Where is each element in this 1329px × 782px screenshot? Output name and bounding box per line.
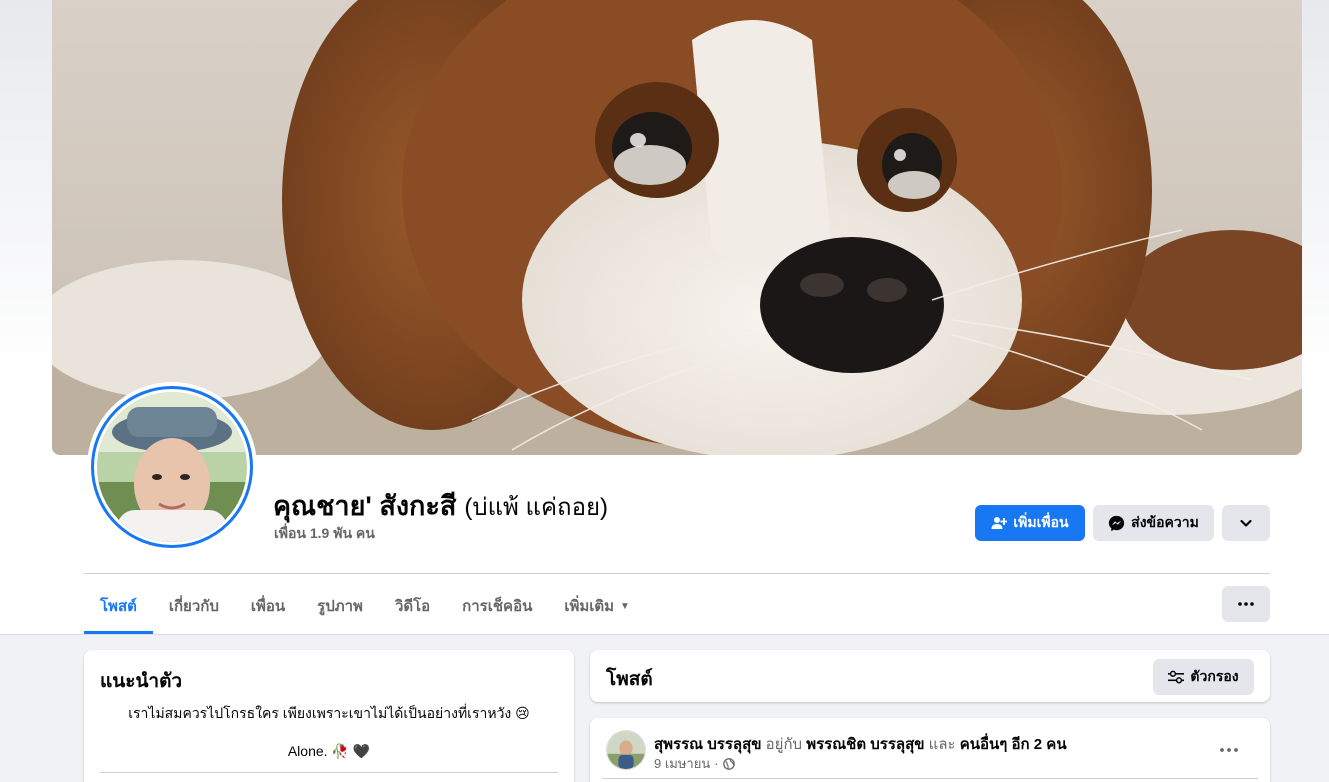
profile-name-row: คุณชาย' สังกะสี (บ่แพ้ แค่ถอย) (273, 484, 608, 527)
profile-picture-frame (91, 386, 253, 548)
tab-posts[interactable]: โพสต์ (84, 578, 153, 634)
more-actions-dropdown-button[interactable] (1222, 505, 1270, 541)
cover-photo[interactable] (52, 0, 1302, 455)
profile-alternate-name: (บ่แพ้ แค่ถอย) (464, 494, 609, 521)
intro-detail: Alone. 🥀 🖤 (287, 743, 371, 759)
posts-header-card: โพสต์ ตัวกรอง (590, 650, 1270, 702)
post-author-name[interactable]: สุพรรณ บรรลุสุข (654, 736, 761, 753)
message-button[interactable]: ส่งข้อความ (1093, 505, 1214, 541)
post-card: สุพรรณ บรรลุสุข อยู่กับ พรรณชิต บรรลุสุข… (590, 718, 1270, 782)
tab-videos[interactable]: วิดีโอ (379, 578, 446, 634)
tab-checkins-label: การเช็คอิน (462, 598, 533, 615)
tab-posts-label: โพสต์ (100, 598, 137, 615)
add-friend-icon (991, 515, 1008, 531)
post-meta-separator: · (714, 756, 719, 771)
post-meta: 9 เมษายน · (654, 753, 735, 774)
filter-label: ตัวกรอง (1190, 668, 1239, 684)
post-with-text: อยู่กับ (765, 736, 803, 753)
add-friend-label: เพิ่มเพื่อน (1013, 514, 1069, 530)
posts-title: โพสต์ (606, 669, 653, 690)
add-friend-button[interactable]: เพิ่มเพื่อน (975, 505, 1085, 541)
tab-about[interactable]: เกี่ยวกับ (153, 578, 235, 634)
intro-card: แนะนำตัว เราไม่สมควรไปโกรธใคร เพียงเพราะ… (84, 650, 574, 782)
post-author-avatar[interactable] (606, 730, 646, 770)
post-and-text: และ (928, 736, 956, 753)
filter-icon (1168, 670, 1185, 684)
more-dots-icon (1238, 602, 1254, 606)
profile-photo-image (97, 392, 247, 542)
tab-checkins[interactable]: การเช็คอิน (446, 578, 548, 634)
tab-photos-label: รูปภาพ (317, 598, 363, 615)
post-date[interactable]: 9 เมษายน (654, 753, 710, 774)
header-bottom-border (0, 634, 1329, 635)
chevron-down-icon (1239, 516, 1253, 530)
profile-picture[interactable] (87, 382, 257, 552)
tab-friends-label: เพื่อน (250, 598, 286, 615)
globe-icon (722, 757, 735, 770)
intro-divider (100, 772, 558, 773)
post-tagged-others[interactable]: คนอื่นๆ อีก 2 คน (960, 736, 1067, 753)
intro-bio: เราไม่สมควรไปโกรธใคร เพียงเพราะเขาไม่ได้… (128, 705, 530, 721)
messenger-icon (1108, 515, 1125, 532)
friends-count[interactable]: เพื่อน 1.9 พัน คน (274, 523, 375, 545)
message-label: ส่งข้อความ (1131, 514, 1199, 530)
tab-videos-label: วิดีโอ (394, 598, 431, 615)
post-tagged-name[interactable]: พรรณชิต บรรลุสุข (806, 736, 924, 753)
tab-photos[interactable]: รูปภาพ (301, 578, 379, 634)
profile-more-options-button[interactable] (1222, 586, 1270, 622)
tab-more-label: เพิ่มเติม (564, 598, 615, 615)
post-content-border (602, 778, 1258, 779)
profile-name: คุณชาย' สังกะสี (273, 491, 457, 521)
filter-button[interactable]: ตัวกรอง (1153, 659, 1254, 695)
intro-title: แนะนำตัว (100, 671, 183, 692)
profile-tabs: โพสต์ เกี่ยวกับ เพื่อน รูปภาพ วิดีโอ การ… (84, 578, 646, 634)
more-dots-icon (1220, 748, 1238, 752)
tab-about-label: เกี่ยวกับ (168, 598, 219, 615)
caret-down-icon: ▼ (620, 600, 630, 612)
post-options-button[interactable] (1220, 736, 1238, 757)
tab-friends[interactable]: เพื่อน (235, 578, 301, 634)
tab-more[interactable]: เพิ่มเติม ▼ (548, 578, 646, 634)
header-divider (84, 573, 1270, 574)
